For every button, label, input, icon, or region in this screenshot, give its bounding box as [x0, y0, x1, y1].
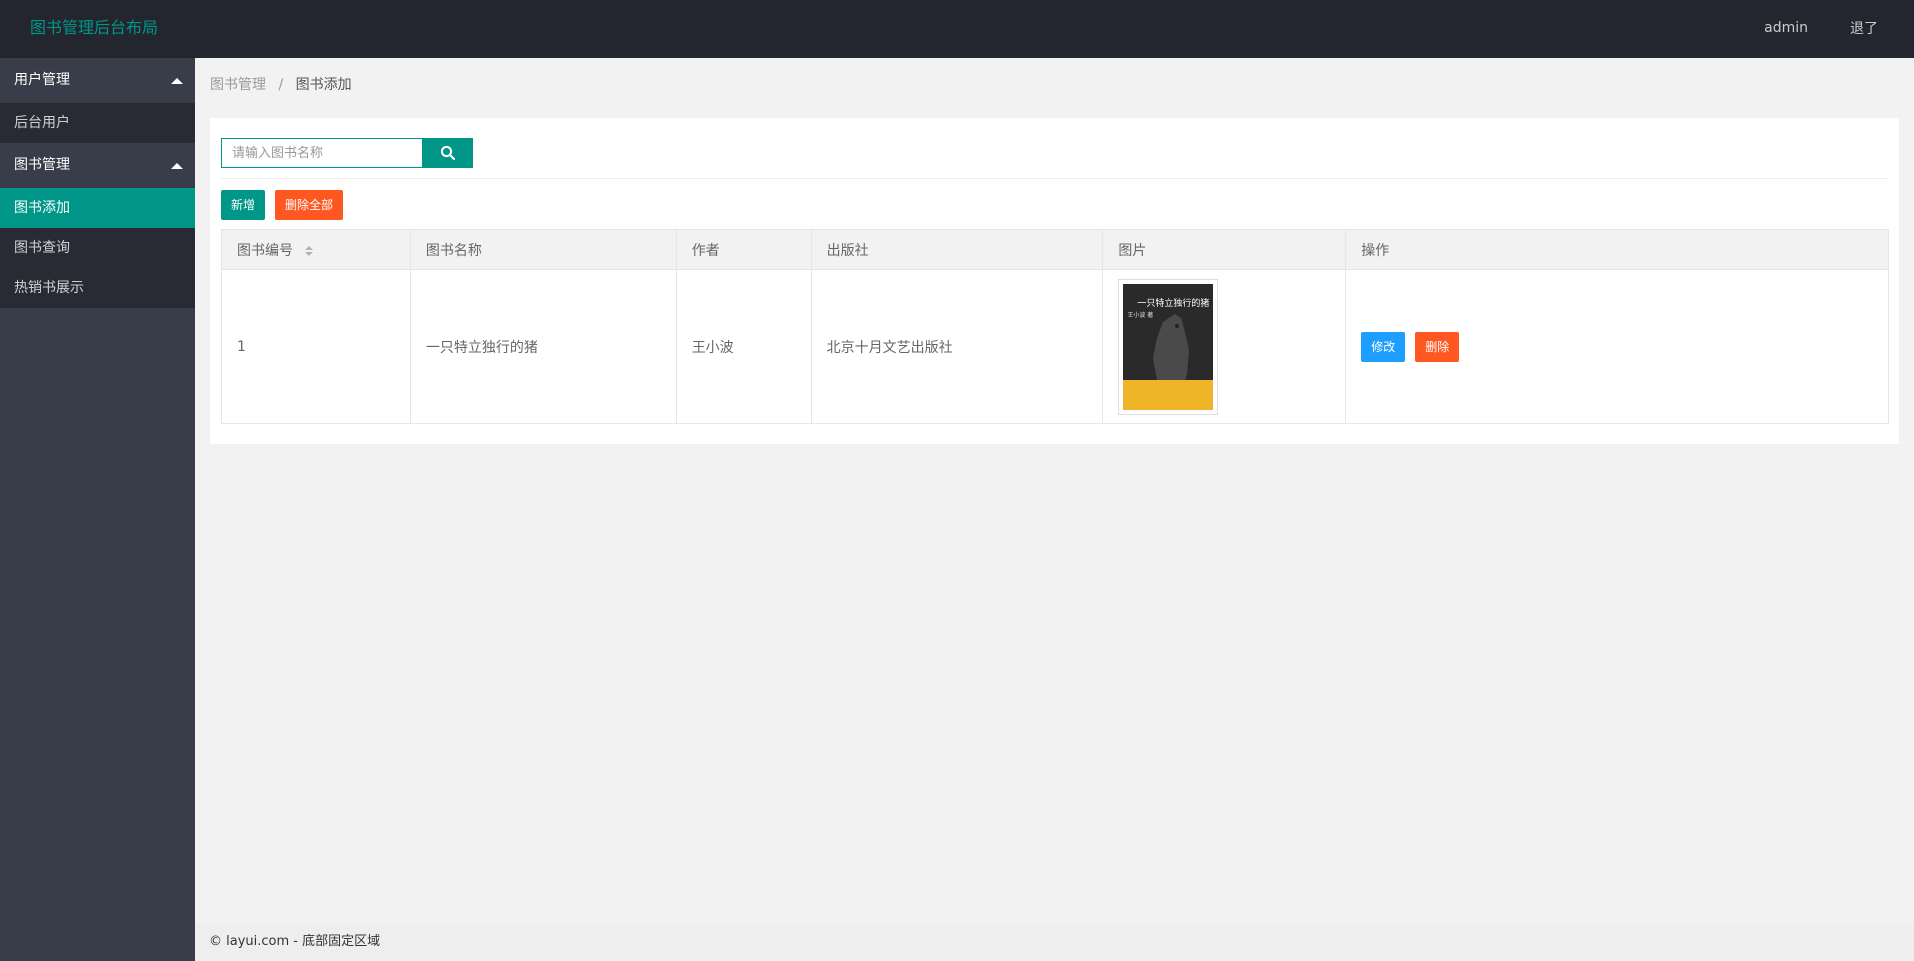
- breadcrumb-parent[interactable]: 图书管理: [210, 77, 266, 93]
- column-header-label: 图书编号: [237, 242, 293, 259]
- breadcrumb: 图书管理 / 图书添加: [210, 74, 352, 94]
- user-menu[interactable]: admin: [1764, 20, 1808, 36]
- edit-button[interactable]: 修改: [1361, 331, 1406, 362]
- column-header-publisher: 出版社: [810, 229, 1104, 270]
- column-header-name: 图书名称: [409, 229, 677, 270]
- cell-name: 一只特立独行的猪: [409, 269, 677, 424]
- add-button[interactable]: 新增: [221, 190, 266, 220]
- logout-link[interactable]: 退了: [1850, 18, 1878, 38]
- cell-author: 王小波: [675, 269, 812, 424]
- sidebar-item-book-query[interactable]: 图书查询: [0, 228, 195, 268]
- column-header-id[interactable]: 图书编号: [221, 229, 411, 270]
- table-header-row: 图书编号 图书名称 作者 出版社 图片 操作: [221, 229, 1889, 270]
- column-header-actions: 操作: [1345, 229, 1889, 270]
- sidebar-group-users-children: 后台用户: [0, 103, 195, 143]
- table-toolbar: 新增 删除全部: [221, 190, 344, 220]
- sidebar-item-admin-users[interactable]: 后台用户: [0, 103, 195, 143]
- sort-icon[interactable]: [305, 245, 314, 256]
- cell-publisher: 北京十月文艺出版社: [810, 269, 1104, 424]
- table-row: 1 一只特立独行的猪 王小波 北京十月文艺出版社 一只特立独行的猪 王小波 著: [221, 269, 1889, 424]
- footer: © layui.com - 底部固定区域: [195, 923, 1914, 961]
- divider: [221, 178, 1889, 179]
- sidebar-group-label: 用户管理: [14, 72, 70, 88]
- delete-all-button[interactable]: 删除全部: [275, 190, 344, 220]
- breadcrumb-separator: /: [278, 77, 284, 93]
- caret-up-icon: [171, 163, 183, 169]
- caret-up-icon: [171, 78, 183, 84]
- sidebar-group-label: 图书管理: [14, 157, 70, 173]
- book-cover: 一只特立独行的猪 王小波 著: [1123, 283, 1214, 410]
- sidebar: 用户管理 后台用户 图书管理 图书添加 图书查询 热销书展示: [0, 58, 195, 961]
- book-card: 新增 删除全部 图书编号 图书名称 作者 出版社 图片 操作: [210, 118, 1899, 444]
- sidebar-item-book-add[interactable]: 图书添加: [0, 188, 195, 228]
- delete-button[interactable]: 删除: [1415, 331, 1460, 362]
- search-input[interactable]: [221, 138, 422, 168]
- search-button[interactable]: [422, 138, 473, 168]
- cell-id: 1: [221, 269, 411, 424]
- cell-actions: 修改 删除: [1345, 269, 1889, 424]
- sidebar-group-books-children: 图书添加 图书查询 热销书展示: [0, 188, 195, 308]
- app-logo[interactable]: 图书管理后台布局: [30, 0, 158, 56]
- book-cover-image: 一只特立独行的猪 王小波 著: [1118, 278, 1219, 415]
- column-header-author: 作者: [675, 229, 812, 270]
- search-icon: [440, 145, 455, 161]
- top-header: 图书管理后台布局 admin 退了: [0, 0, 1914, 58]
- sidebar-group-books[interactable]: 图书管理: [0, 143, 195, 188]
- row-actions: 修改 删除: [1361, 331, 1888, 362]
- sidebar-item-bestsellers[interactable]: 热销书展示: [0, 268, 195, 308]
- sidebar-group-users[interactable]: 用户管理: [0, 58, 195, 103]
- main-content: 图书管理 / 图书添加 新增 删除全部: [195, 58, 1914, 923]
- breadcrumb-current: 图书添加: [295, 77, 352, 93]
- column-header-image: 图片: [1102, 229, 1347, 270]
- header-user-area: admin 退了: [1722, 0, 1878, 56]
- cover-band: [1123, 379, 1214, 410]
- book-table: 图书编号 图书名称 作者 出版社 图片 操作 1 一只特立独行的猪 王小波 北京…: [221, 229, 1889, 424]
- search-bar: [221, 138, 473, 168]
- cell-image: 一只特立独行的猪 王小波 著: [1102, 269, 1347, 424]
